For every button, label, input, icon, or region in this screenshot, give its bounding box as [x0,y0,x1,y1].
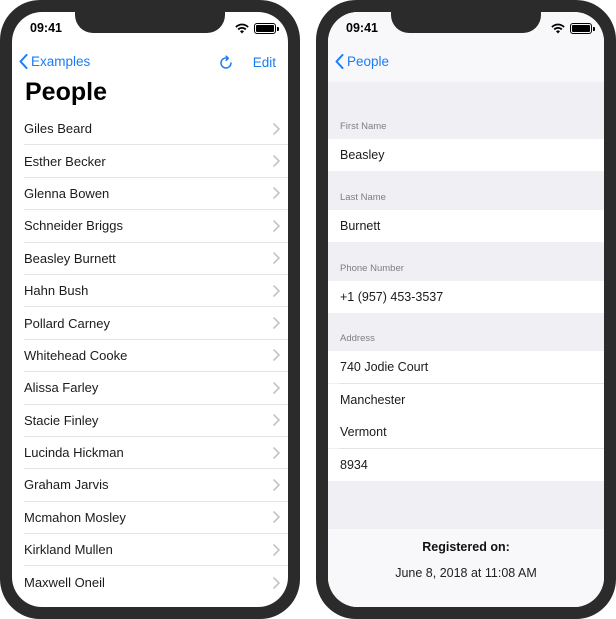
list-item[interactable]: Beasley Burnett [24,243,288,275]
person-name: Glenna Bowen [24,185,110,201]
chevron-right-icon [273,317,280,329]
battery-icon [254,22,279,34]
person-name: Pollard Carney [24,315,110,331]
person-name: Alissa Farley [24,380,99,396]
person-name: Stacie Finley [24,412,99,428]
status-time: 09:41 [30,21,62,35]
list-item[interactable]: Kirkland Mullen [24,534,288,567]
refresh-icon[interactable] [218,55,234,71]
last-name-header: Last Name [340,192,386,203]
edit-button[interactable]: Edit [253,55,276,70]
last-name-field[interactable]: Burnett [328,210,604,242]
page-title: People [25,78,107,106]
chevron-right-icon [273,479,280,491]
people-list: Giles Beard Esther Becker Glenna Bowen S… [24,113,288,599]
chevron-right-icon [273,187,280,200]
battery-icon [570,22,595,34]
chevron-left-icon [335,54,344,69]
list-item[interactable]: Esther Becker [24,145,288,178]
phone-number-field[interactable]: +1 (957) 453-3537 [328,281,604,313]
first-name-header: First Name [340,121,387,132]
people-list-screen: 09:41 Examples Edit People Giles Beard E… [12,12,288,607]
chevron-right-icon [273,349,280,362]
list-item[interactable]: Pollard Carney [24,307,288,340]
phone-frame-detail: 09:41 People First Name Beasley Last Nam… [316,0,616,619]
registered-date: June 8, 2018 at 11:08 AM [395,566,537,580]
person-name: Beasley Burnett [24,250,116,266]
chevron-right-icon [273,220,280,232]
list-item[interactable]: Whitehead Cooke [24,340,288,373]
chevron-right-icon [273,252,280,265]
address-zip-field[interactable]: 8934 [328,449,604,481]
person-name: Maxwell Oneil [24,575,105,591]
chevron-left-icon [19,54,28,69]
phone-number-header: Phone Number [340,263,404,274]
person-name: Hahn Bush [24,283,89,299]
chevron-right-icon [273,576,280,589]
address-city-field[interactable]: Manchester [328,384,604,416]
device-notch [75,12,225,33]
list-item[interactable]: Graham Jarvis [24,469,288,502]
address-state-field[interactable]: Vermont [328,416,604,448]
list-item[interactable]: Maxwell Oneil [24,566,288,598]
address-street-field[interactable]: 740 Jodie Court [328,351,604,383]
chevron-right-icon [273,382,280,394]
person-detail-screen: 09:41 People First Name Beasley Last Nam… [328,12,604,607]
address-header: Address [340,333,375,344]
list-item[interactable]: Schneider Briggs [24,210,288,243]
chevron-right-icon [273,446,280,459]
status-time: 09:41 [346,21,378,35]
list-item[interactable]: Hahn Bush [24,275,288,308]
device-notch [391,12,541,33]
chevron-right-icon [273,543,280,556]
person-name: Schneider Briggs [24,218,123,234]
chevron-right-icon [273,122,280,135]
back-button-people[interactable]: People [335,54,389,69]
chevron-right-icon [273,155,280,167]
chevron-right-icon [273,284,280,297]
wifi-icon [551,23,565,33]
person-name: Lucinda Hickman [24,445,124,461]
list-item[interactable]: Lucinda Hickman [24,437,288,470]
back-button-label: People [347,54,390,69]
back-button-examples[interactable]: Examples [19,54,90,69]
person-name: Giles Beard [24,121,92,137]
person-name: Mcmahon Mosley [24,509,126,525]
first-name-field[interactable]: Beasley [328,139,604,171]
registered-label: Registered on: [422,540,510,554]
list-item[interactable]: Mcmahon Mosley [24,502,288,535]
back-button-label: Examples [31,54,91,69]
person-name: Esther Becker [24,153,106,169]
list-item[interactable]: Alissa Farley [24,372,288,405]
person-name: Kirkland Mullen [24,542,113,558]
navigation-bar: Examples Edit [12,50,288,78]
wifi-icon [235,23,249,33]
chevron-right-icon [273,414,280,427]
phone-frame-list: 09:41 Examples Edit People Giles Beard E… [0,0,300,619]
chevron-right-icon [273,511,280,524]
list-item[interactable]: Stacie Finley [24,405,288,437]
person-name: Graham Jarvis [24,477,109,493]
person-name: Whitehead Cooke [24,347,128,363]
list-item[interactable]: Glenna Bowen [24,178,288,211]
list-item[interactable]: Giles Beard [24,113,288,146]
